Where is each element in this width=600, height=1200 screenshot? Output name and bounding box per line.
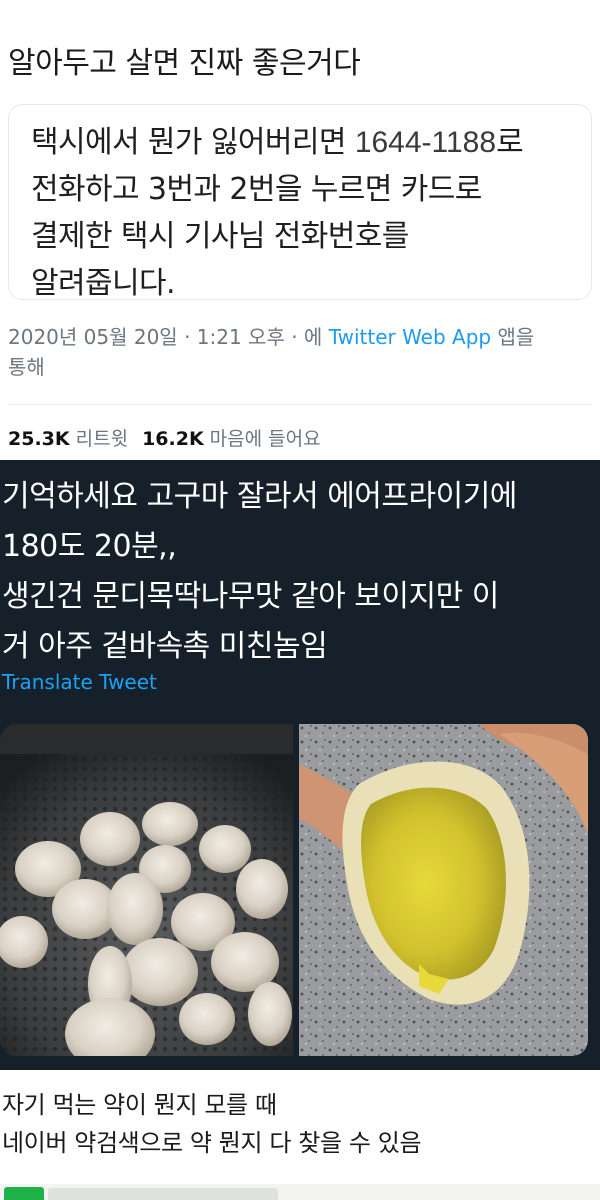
headline: 알아두고 살면 진짜 좋은거다 — [8, 46, 361, 81]
quoted-tweet-card[interactable]: 택시에서 뭔가 잃어버리면 1644-1188로 전화하고 3번과 2번을 누르… — [8, 104, 592, 301]
sweet-potato-photo[interactable] — [299, 724, 588, 1056]
quote-line2: 전화하고 3번과 2번을 누르면 카드로 — [31, 172, 482, 207]
retweet-count[interactable]: 25.3K — [8, 428, 70, 450]
quote-line3: 결제한 택시 기사님 전화번호를 — [31, 219, 409, 254]
phone-number: 1644-1188 — [354, 126, 497, 159]
meta-line2: 통해 — [8, 355, 45, 379]
like-count[interactable]: 16.2K — [142, 428, 204, 450]
tweet-stats: 25.3K 리트윗 16.2K 마음에 들어요 — [8, 424, 321, 451]
bottom-post-text: 자기 먹는 약이 뭔지 모를 때 네이버 약검색으로 약 뭔지 다 찾을 수 있… — [2, 1091, 422, 1157]
quote-line4: 알려줍니다. — [31, 266, 176, 301]
meta-suffix: 앱을 — [491, 325, 535, 349]
retweet-label[interactable]: 리트윗 — [76, 428, 128, 450]
dark-tweet-text: 기억하세요 고구마 잘라서 에어프라이기에 180도 20분,, 생긴건 문디목… — [2, 479, 517, 664]
client-link[interactable]: Twitter Web App — [329, 325, 491, 349]
dark-tweet: 기억하세요 고구마 잘라서 에어프라이기에 180도 20분,, 생긴건 문디목… — [0, 460, 600, 1070]
tweet-photos — [0, 724, 588, 1056]
air-fryer-photo[interactable] — [0, 724, 293, 1056]
quote-line1-text: 택시에서 뭔가 잃어버리면 — [31, 125, 355, 160]
quoted-tweet-text: 택시에서 뭔가 잃어버리면 1644-1188로 전화하고 3번과 2번을 누르… — [31, 119, 591, 307]
timestamp: 2020년 05월 20일 · 1:21 오후 · 에 — [8, 325, 329, 349]
preview-strip — [48, 1188, 278, 1200]
translate-tweet-link[interactable]: Translate Tweet — [2, 670, 157, 694]
bottom-preview-bar — [0, 1184, 600, 1200]
divider — [8, 404, 592, 405]
like-label[interactable]: 마음에 들어요 — [210, 428, 321, 450]
naver-badge-icon — [4, 1187, 44, 1200]
quote-line1-suffix: 로 — [496, 125, 524, 160]
tweet-meta: 2020년 05월 20일 · 1:21 오후 · 에 Twitter Web … — [8, 322, 592, 382]
